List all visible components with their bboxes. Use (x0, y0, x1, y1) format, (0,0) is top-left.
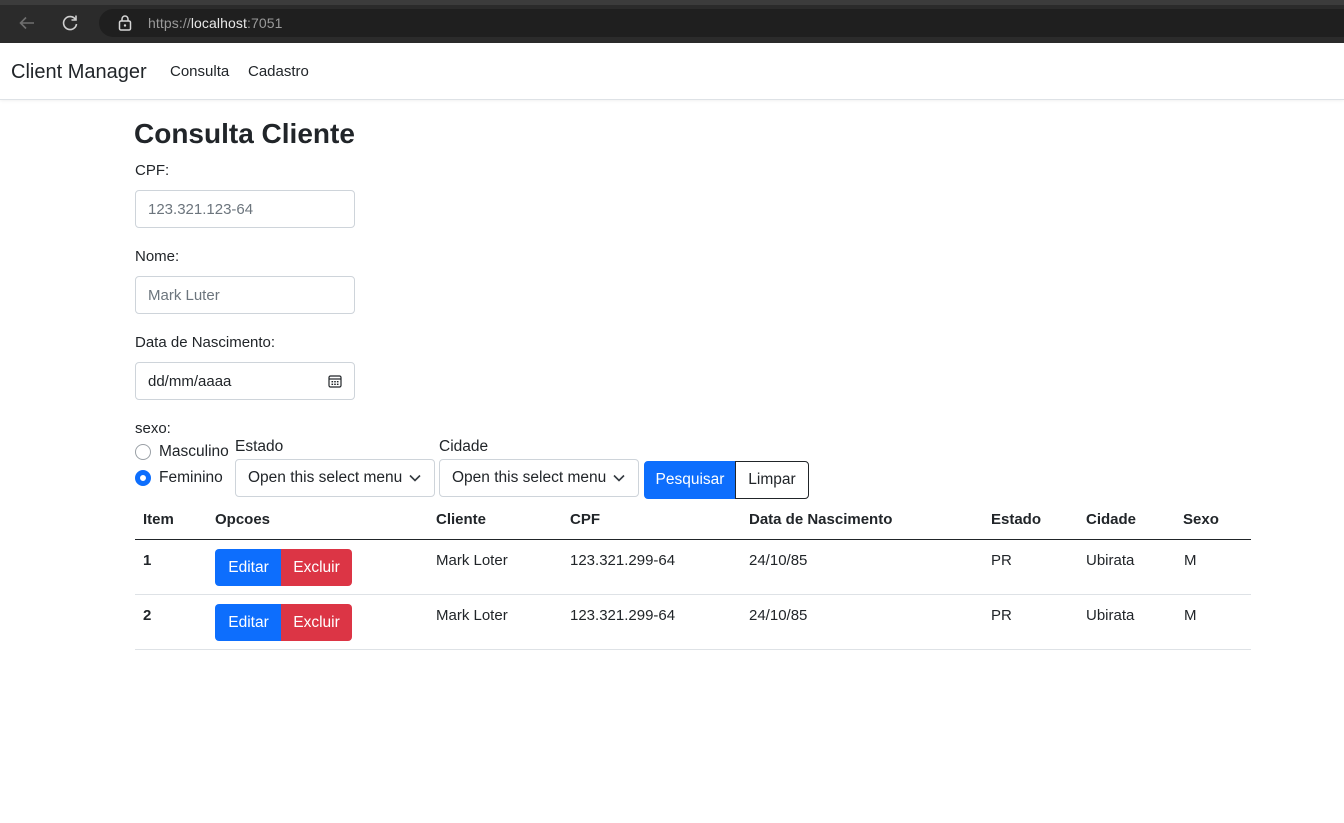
chevron-down-icon (408, 471, 422, 485)
reload-icon[interactable] (59, 12, 81, 34)
url-port: :7051 (246, 15, 283, 31)
tab-strip (0, 0, 1344, 5)
nav-link-consulta[interactable]: Consulta (170, 63, 229, 80)
radio-masculino[interactable]: Masculino (135, 443, 229, 461)
radio-masculino-input[interactable] (135, 444, 151, 460)
radio-feminino[interactable]: Feminino (135, 469, 223, 487)
nascimento-value: dd/mm/aaaa (148, 372, 232, 390)
edit-button[interactable]: Editar (215, 604, 282, 641)
navbar-brand[interactable]: Client Manager (11, 61, 147, 84)
table-cell-nascimento: 24/10/85 (749, 552, 808, 569)
table-header-nascimento: Data de Nascimento (749, 511, 893, 528)
nascimento-label: Data de Nascimento: (135, 334, 276, 351)
nav-link-cadastro[interactable]: Cadastro (248, 63, 309, 80)
nascimento-input[interactable]: dd/mm/aaaa (135, 362, 355, 400)
table-row-divider (135, 594, 1251, 595)
estado-selected: Open this select menu (248, 469, 402, 486)
table-header-cliente: Cliente (436, 511, 487, 528)
table-cell-cliente: Mark Loter (436, 552, 508, 569)
table-cell-cidade: Ubirata (1086, 552, 1135, 569)
table-header-cpf: CPF (570, 511, 600, 528)
table-header-divider (135, 539, 1251, 540)
cpf-input[interactable] (148, 200, 342, 218)
cpf-label: CPF: (135, 162, 170, 179)
cpf-field[interactable] (135, 190, 355, 228)
search-button[interactable]: Pesquisar (644, 461, 736, 499)
nome-field[interactable] (135, 276, 355, 314)
chevron-down-icon (612, 471, 626, 485)
table-header-cidade: Cidade (1086, 511, 1137, 528)
table-cell-estado: PR (991, 607, 1012, 624)
table-cell-cidade: Ubirata (1086, 607, 1135, 624)
radio-feminino-input[interactable] (135, 470, 151, 486)
cidade-label: Cidade (439, 438, 489, 455)
table-header-item: Item (143, 511, 174, 528)
table-cell-estado: PR (991, 552, 1012, 569)
estado-select[interactable]: Open this select menu (235, 459, 435, 497)
table-cell-sexo: M (1184, 552, 1197, 569)
address-bar[interactable] (99, 9, 1344, 37)
lock-icon[interactable] (118, 14, 134, 32)
url-text[interactable]: https://localhost:7051 (148, 15, 283, 31)
cidade-selected: Open this select menu (452, 469, 606, 486)
table-cell-item: 1 (143, 552, 152, 569)
delete-button[interactable]: Excluir (281, 549, 352, 586)
delete-button[interactable]: Excluir (281, 604, 352, 641)
radio-masculino-label: Masculino (159, 443, 229, 460)
table-cell-cliente: Mark Loter (436, 607, 508, 624)
nome-input[interactable] (148, 286, 342, 304)
edit-button[interactable]: Editar (215, 549, 282, 586)
clear-button[interactable]: Limpar (735, 461, 809, 499)
cidade-select[interactable]: Open this select menu (439, 459, 639, 497)
url-scheme: https:// (148, 15, 191, 31)
table-header-sexo: Sexo (1183, 511, 1219, 528)
arrow-left-icon[interactable] (16, 12, 38, 34)
table-cell-cpf: 123.321.299-64 (570, 552, 676, 569)
table-cell-cpf: 123.321.299-64 (570, 607, 676, 624)
browser-toolbar: https://localhost:7051 (0, 0, 1344, 43)
nome-label: Nome: (135, 248, 180, 265)
page-title: Consulta Cliente (134, 118, 355, 149)
table-cell-sexo: M (1184, 607, 1197, 624)
table-cell-nascimento: 24/10/85 (749, 607, 808, 624)
radio-feminino-label: Feminino (159, 469, 223, 486)
table-row-divider (135, 649, 1251, 650)
table-header-opcoes: Opcoes (215, 511, 271, 528)
estado-label: Estado (235, 438, 284, 455)
table-header-estado: Estado (991, 511, 1042, 528)
sexo-label: sexo: (135, 420, 171, 437)
calendar-icon[interactable] (328, 374, 342, 388)
table-cell-item: 2 (143, 607, 152, 624)
url-host: localhost (190, 15, 247, 31)
